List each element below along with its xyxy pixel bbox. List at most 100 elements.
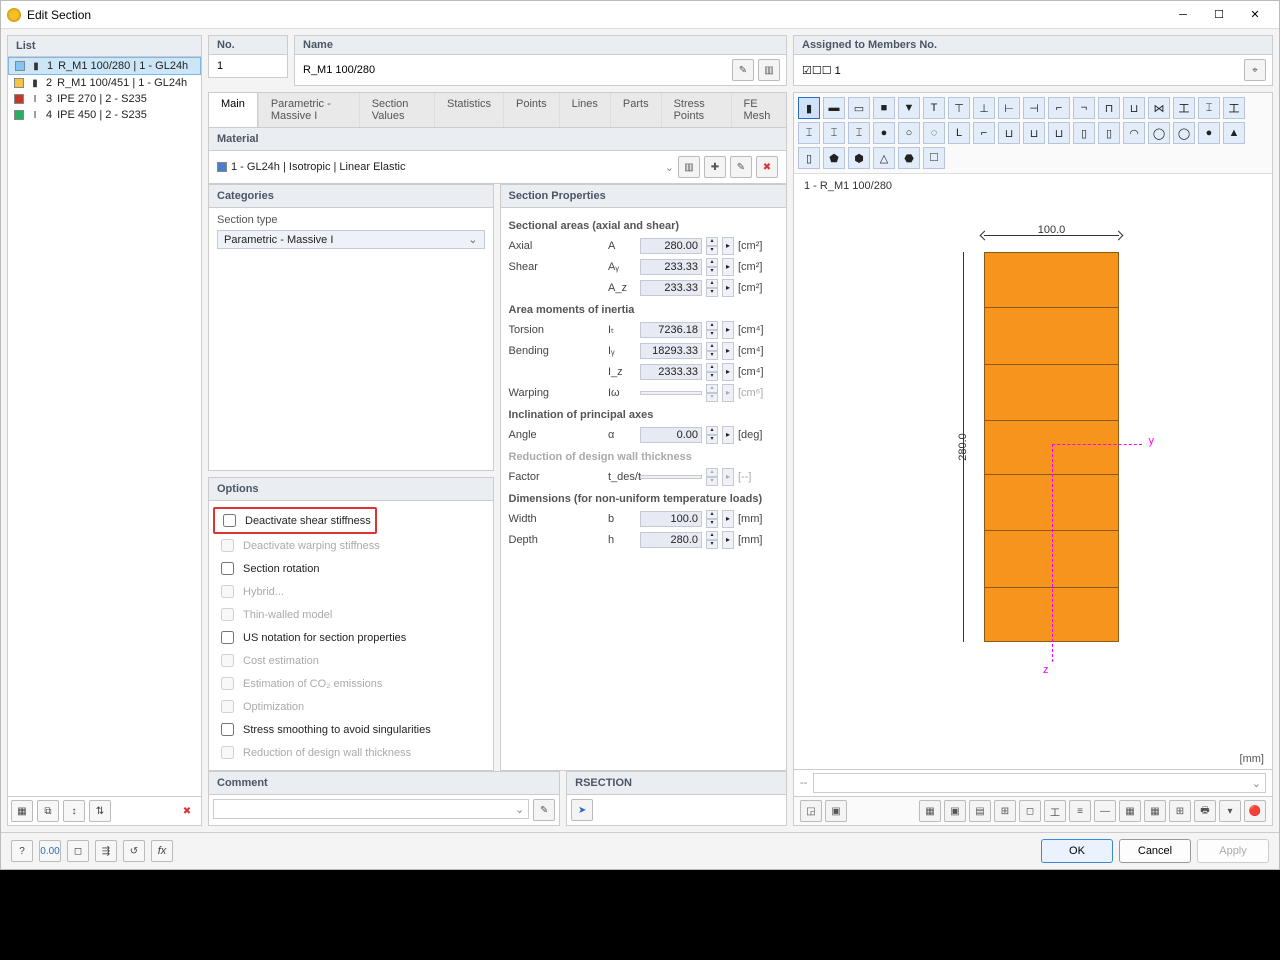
spinner-icon[interactable]: ▴▾ [706, 321, 718, 339]
new-icon[interactable]: ▦ [11, 800, 33, 822]
shape-button[interactable]: ⊢ [998, 97, 1020, 119]
view-tool-icon[interactable]: ▦ [1119, 800, 1141, 822]
shape-button[interactable]: ● [873, 122, 895, 144]
shape-button[interactable]: ⌶ [798, 122, 820, 144]
tab-section-values[interactable]: Section Values [359, 93, 434, 127]
apply-button[interactable]: Apply [1197, 839, 1269, 863]
shape-button[interactable]: ■ [873, 97, 895, 119]
shape-button[interactable]: ◯ [1173, 122, 1195, 144]
material-del-icon[interactable]: ✖ [756, 156, 778, 178]
shape-button[interactable]: ▼ [898, 97, 920, 119]
option-row[interactable]: Stress smoothing to avoid singularities [217, 718, 485, 741]
comment-edit-icon[interactable]: ✎ [533, 799, 555, 821]
shape-button[interactable]: ▯ [1098, 122, 1120, 144]
view-tool-icon[interactable]: 🖶 [1194, 800, 1216, 822]
assign-input[interactable] [800, 63, 1240, 77]
shape-button[interactable]: ⊣ [1023, 97, 1045, 119]
spinner-icon[interactable]: ▴▾ [706, 531, 718, 549]
tab-points[interactable]: Points [503, 93, 559, 127]
view-mode-dropdown[interactable]: ⌄ [813, 773, 1266, 793]
shape-button[interactable]: ▯ [1073, 122, 1095, 144]
cancel-button[interactable]: Cancel [1119, 839, 1191, 863]
shape-button[interactable]: ⬢ [848, 147, 870, 169]
view-tool-icon[interactable]: — [1094, 800, 1116, 822]
view-tool-icon[interactable]: ⊞ [1169, 800, 1191, 822]
material-lib-icon[interactable]: ▥ [678, 156, 700, 178]
view-tool-icon[interactable]: ▣ [825, 800, 847, 822]
view-tool-icon[interactable]: ⊞ [994, 800, 1016, 822]
view-tool-icon[interactable]: ▦ [919, 800, 941, 822]
shape-button[interactable]: ◌ [923, 122, 945, 144]
option-checkbox[interactable] [221, 631, 234, 644]
tab-stress-points[interactable]: Stress Points [661, 93, 731, 127]
view-tool-icon[interactable]: ▦ [1144, 800, 1166, 822]
pick-members-icon[interactable]: ⌖ [1244, 59, 1266, 81]
prop-value[interactable]: 2333.33 [640, 364, 702, 380]
menu-arrow-icon[interactable]: ▸ [722, 279, 734, 297]
pick-icon[interactable]: ◻ [67, 840, 89, 862]
shape-button[interactable]: ▮ [798, 97, 820, 119]
name-input[interactable] [301, 63, 728, 77]
option-row[interactable]: US notation for section properties [217, 626, 485, 649]
renumber-icon[interactable]: ⇅ [89, 800, 111, 822]
copy-icon[interactable]: ⧉ [37, 800, 59, 822]
shape-button[interactable]: L [948, 122, 970, 144]
option-checkbox[interactable] [223, 514, 236, 527]
shape-button[interactable]: ▯ [798, 147, 820, 169]
option-row[interactable]: Section rotation [217, 557, 485, 580]
prop-value[interactable]: 18293.33 [640, 343, 702, 359]
view-tool-icon[interactable]: ◻ [1019, 800, 1041, 822]
prop-value[interactable]: 100.0 [640, 511, 702, 527]
library-icon[interactable]: ▥ [758, 59, 780, 81]
prop-value[interactable]: 280.00 [640, 238, 702, 254]
spinner-icon[interactable]: ▴▾ [706, 363, 718, 381]
menu-arrow-icon[interactable]: ▸ [722, 342, 734, 360]
comment-input[interactable]: ⌄ [213, 799, 529, 819]
shape-button[interactable]: ⊓ [1098, 97, 1120, 119]
close-button[interactable]: ✕ [1237, 4, 1273, 26]
shape-button[interactable]: 工 [1223, 97, 1245, 119]
material-dropdown-icon[interactable]: ⌄ [665, 161, 674, 174]
shape-button[interactable]: ⌶ [1198, 97, 1220, 119]
spinner-icon[interactable]: ▴▾ [706, 279, 718, 297]
shape-button[interactable]: ○ [898, 122, 920, 144]
menu-arrow-icon[interactable]: ▸ [722, 363, 734, 381]
rsection-open-icon[interactable]: ➤ [571, 799, 593, 821]
shape-button[interactable]: ▬ [823, 97, 845, 119]
shape-button[interactable]: ¬ [1073, 97, 1095, 119]
view-tool-icon[interactable]: ◲ [800, 800, 822, 822]
reset-icon[interactable]: ↺ [123, 840, 145, 862]
view-tool-icon[interactable]: ▾ [1219, 800, 1241, 822]
option-row[interactable]: Deactivate shear stiffness [217, 507, 485, 534]
shape-button[interactable]: ⊔ [998, 122, 1020, 144]
shape-button[interactable]: ⌐ [1048, 97, 1070, 119]
spinner-icon[interactable]: ▴▾ [706, 237, 718, 255]
shape-button[interactable]: T [923, 97, 945, 119]
shape-button[interactable]: 工 [1173, 97, 1195, 119]
list-item[interactable]: I 4 IPE 450 | 2 - S235 [8, 107, 201, 123]
view-tool-icon[interactable]: ▤ [969, 800, 991, 822]
spinner-icon[interactable]: ▴▾ [706, 258, 718, 276]
shape-button[interactable]: ⬟ [823, 147, 845, 169]
shape-button[interactable]: ⊤ [948, 97, 970, 119]
maximize-button[interactable]: ☐ [1201, 4, 1237, 26]
option-checkbox[interactable] [221, 723, 234, 736]
shape-button[interactable]: ▲ [1223, 122, 1245, 144]
list-item[interactable]: ▮ 2 R_M1 100/451 | 1 - GL24h [8, 75, 201, 91]
shape-button[interactable]: ◯ [1148, 122, 1170, 144]
tab-main[interactable]: Main [209, 93, 258, 127]
prop-value[interactable]: 233.33 [640, 259, 702, 275]
menu-arrow-icon[interactable]: ▸ [722, 426, 734, 444]
minimize-button[interactable]: ─ [1165, 4, 1201, 26]
view-tool-icon[interactable]: ▣ [944, 800, 966, 822]
shape-button[interactable]: ⊔ [1023, 122, 1045, 144]
view-tool-icon[interactable]: 🔴 [1244, 800, 1266, 822]
menu-arrow-icon[interactable]: ▸ [722, 258, 734, 276]
help-icon[interactable]: ? [11, 840, 33, 862]
tab-statistics[interactable]: Statistics [434, 93, 503, 127]
shape-button[interactable]: ⊔ [1048, 122, 1070, 144]
shape-button[interactable]: ⌐ [973, 122, 995, 144]
sort-icon[interactable]: ↕ [63, 800, 85, 822]
tree-icon[interactable]: ⇶ [95, 840, 117, 862]
menu-arrow-icon[interactable]: ▸ [722, 237, 734, 255]
